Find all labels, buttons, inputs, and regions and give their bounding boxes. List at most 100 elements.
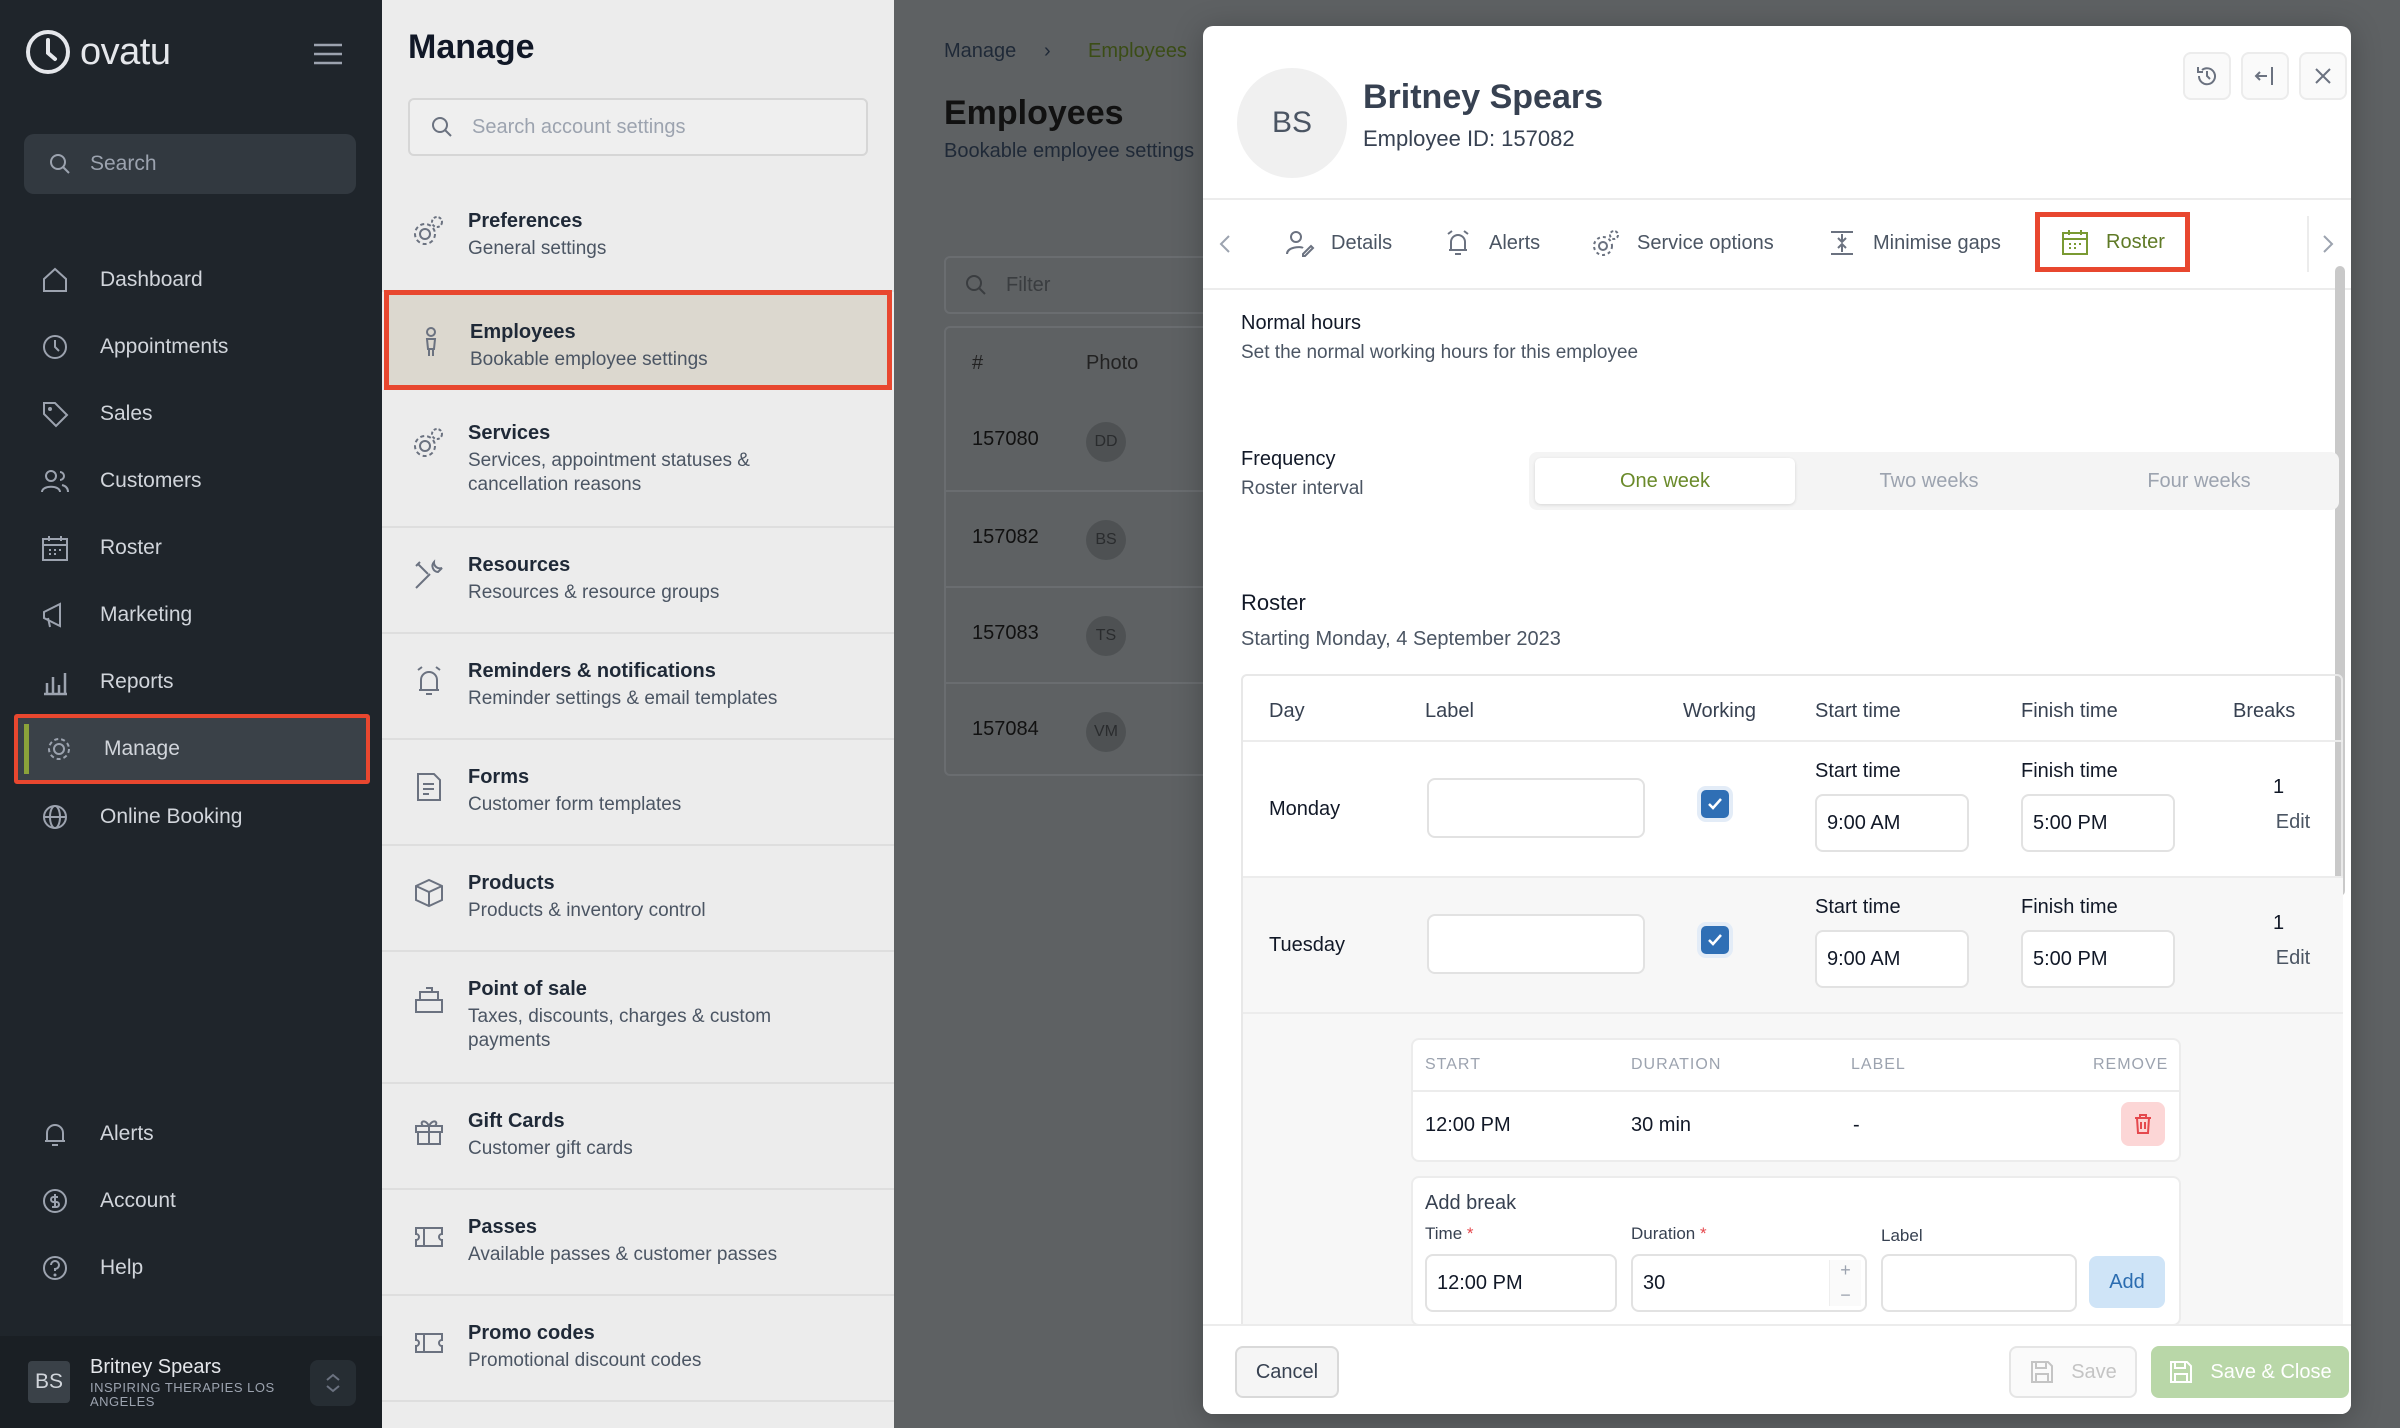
sidebar-item-label: Roster (100, 536, 162, 559)
sidebar-item-marketing[interactable]: Marketing (14, 580, 368, 650)
finish-time-input[interactable]: 5:00 PM (2021, 794, 2175, 852)
tabs-next-icon[interactable] (2307, 216, 2347, 272)
dock-button[interactable] (2241, 52, 2289, 100)
tabs-prev-icon[interactable] (1205, 216, 1245, 272)
table-row[interactable]: 157082 BS (946, 490, 1244, 586)
sidebar-item-account[interactable]: Account (14, 1166, 368, 1236)
manage-item-resources[interactable]: Resources Resources & resource groups (382, 528, 894, 634)
column-header: LABEL (1851, 1056, 1906, 1073)
manage-item-promo-codes[interactable]: Promo codes Promotional discount codes (382, 1296, 894, 1402)
sidebar-item-manage[interactable]: Manage (14, 714, 370, 784)
sidebar-item-appointments[interactable]: Appointments (14, 312, 368, 382)
working-checkbox[interactable] (1701, 926, 1729, 954)
finish-time-input[interactable]: 5:00 PM (2021, 930, 2175, 988)
save-and-close-button[interactable]: Save & Close (2151, 1346, 2349, 1398)
manage-item-title: Promo codes (468, 1322, 595, 1344)
sidebar-item-roster[interactable]: Roster (14, 513, 368, 583)
duration-field-label: Duration * (1631, 1224, 1707, 1244)
frequency-option-two-weeks[interactable]: Two weeks (1799, 458, 2059, 504)
manage-item-forms[interactable]: Forms Customer form templates (382, 740, 894, 846)
roster-table: Day Label Working Start time Finish time… (1241, 674, 2343, 1414)
manage-item-passes[interactable]: Passes Available passes & customer passes (382, 1190, 894, 1296)
filter-input[interactable]: Filter (944, 256, 1244, 314)
sidebar-item-alerts[interactable]: Alerts (14, 1099, 368, 1169)
working-checkbox[interactable] (1701, 790, 1729, 818)
edit-breaks-button[interactable]: Edit (2261, 804, 2325, 840)
dock-left-icon (2254, 67, 2273, 85)
duration-stepper[interactable]: + − (1829, 1260, 1861, 1306)
sidebar-item-sales[interactable]: Sales (14, 379, 368, 449)
user-avatar: BS (28, 1361, 70, 1403)
day-label-input[interactable] (1427, 778, 1645, 838)
save-button[interactable]: Save (2009, 1346, 2137, 1398)
user-menu-chevron-icon[interactable] (310, 1360, 356, 1406)
manage-item-subtitle: General settings (468, 238, 607, 259)
minus-icon[interactable]: − (1840, 1285, 1851, 1306)
plus-icon[interactable]: + (1840, 1260, 1851, 1281)
start-time-input[interactable]: 9:00 AM (1815, 930, 1969, 988)
sidebar-item-reports[interactable]: Reports (14, 647, 368, 717)
close-button[interactable] (2299, 52, 2347, 100)
tab-minimise-gaps[interactable]: Minimise gaps (1827, 214, 2001, 272)
column-header: Label (1425, 700, 1474, 722)
column-header: Working (1683, 700, 1756, 722)
manage-item-employees[interactable]: Employees Bookable employee settings (384, 290, 892, 390)
tab-details[interactable]: Details (1285, 214, 1392, 272)
sidebar-item-dashboard[interactable]: Dashboard (14, 245, 368, 315)
sidebar-item-customers[interactable]: Customers (14, 446, 368, 516)
time-label-text: Time (1425, 1224, 1463, 1243)
tab-service-options[interactable]: Service options (1591, 214, 1774, 272)
manage-item-services[interactable]: Services Services, appointment statuses &… (382, 396, 894, 528)
tab-alerts[interactable]: Alerts (1443, 214, 1540, 272)
tab-label: Service options (1637, 231, 1774, 254)
filter-placeholder: Filter (1006, 273, 1051, 296)
tag-icon (43, 402, 69, 428)
manage-item-subtitle: Reminder settings & email templates (468, 688, 778, 709)
table-row[interactable]: 157084 VM (946, 682, 1244, 778)
table-row[interactable]: 157083 TS (946, 586, 1244, 682)
breadcrumb-manage[interactable]: Manage (944, 40, 1016, 63)
break-duration-input[interactable]: 30 (1643, 1272, 1665, 1295)
manage-search-input[interactable]: Search account settings (408, 98, 868, 156)
day-label-input[interactable] (1427, 914, 1645, 974)
alarm-icon (1447, 230, 1469, 255)
sidebar-item-help[interactable]: Help (14, 1233, 368, 1303)
break-duration-field: 30 + − (1631, 1254, 1867, 1312)
menu-toggle-icon[interactable] (312, 42, 344, 66)
manage-item-reminders[interactable]: Reminders & notifications Reminder settin… (382, 634, 894, 740)
history-button[interactable] (2183, 52, 2231, 100)
main-sidebar: ovatu Search Dashboard Appointments Sale… (0, 0, 382, 1428)
manage-item-subtitle: Services, appointment statuses & cancell… (468, 450, 750, 495)
check-icon (1708, 798, 1722, 810)
sidebar-item-label: Customers (100, 469, 202, 492)
break-label-input[interactable] (1881, 1254, 2077, 1312)
manage-item-products[interactable]: Products Products & inventory control (382, 846, 894, 952)
breaks-count: 1 (2273, 912, 2285, 934)
avatar: DD (1086, 422, 1126, 462)
edit-breaks-button[interactable]: Edit (2261, 940, 2325, 976)
manage-item-preferences[interactable]: Preferences General settings (382, 184, 894, 292)
tab-roster[interactable]: Roster (2035, 212, 2190, 272)
breadcrumb-chevron-icon: › (1044, 40, 1051, 62)
sidebar-item-label: Online Booking (100, 805, 243, 828)
cancel-button[interactable]: Cancel (1235, 1346, 1339, 1398)
table-row[interactable]: 157080 DD (946, 394, 1244, 490)
frequency-option-four-weeks[interactable]: Four weeks (2069, 458, 2329, 504)
start-time-input[interactable]: 9:00 AM (1815, 794, 1969, 852)
breaks-count: 1 (2273, 776, 2285, 798)
finish-time-label: Finish time (2021, 760, 2118, 782)
sidebar-search[interactable]: Search (24, 134, 356, 194)
frequency-option-one-week[interactable]: One week (1535, 458, 1795, 504)
clock-logo-icon (26, 30, 70, 74)
sidebar-item-online-booking[interactable]: Online Booking (14, 782, 368, 852)
duration-label-text: Duration (1631, 1224, 1696, 1243)
manage-item-gift-cards[interactable]: Gift Cards Customer gift cards (382, 1084, 894, 1190)
manage-item-title: Employees (470, 321, 576, 343)
break-time-input[interactable]: 12:00 PM (1425, 1254, 1617, 1312)
required-mark: * (1700, 1224, 1707, 1243)
remove-break-button[interactable] (2121, 1102, 2165, 1146)
manage-item-point-of-sale[interactable]: Point of sale Taxes, discounts, charges &… (382, 952, 894, 1084)
add-break-button[interactable]: Add (2089, 1256, 2165, 1308)
ovatu-logo[interactable]: ovatu (24, 28, 171, 76)
gears-icon (1593, 230, 1619, 256)
